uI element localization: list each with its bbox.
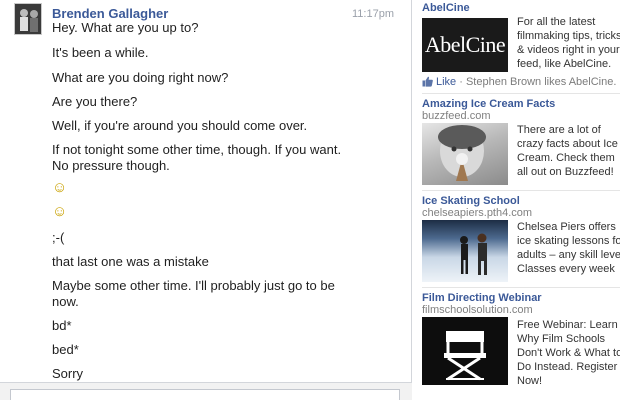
ad-domain-ice-skating[interactable]: chelseapiers.pth4.com [422, 207, 532, 219]
avatar-photo-icon [15, 4, 41, 34]
ad-domain-film-directing[interactable]: filmschoolsolution.com [422, 304, 533, 316]
chat-message: Well, if you're around you should come o… [52, 118, 308, 133]
ad-divider [422, 287, 620, 288]
chat-message: now. [52, 294, 79, 309]
smiley-emoji: ☺ [52, 203, 68, 220]
director-chair-icon [444, 331, 486, 381]
sender-avatar[interactable] [14, 3, 42, 35]
ad-divider [422, 190, 620, 191]
ice-skating-ad-image[interactable] [422, 220, 508, 282]
abelcine-logo-image[interactable]: AbelCine [422, 18, 508, 72]
sponsored-ads-column: AbelCine AbelCine For all the latest fil… [413, 0, 620, 400]
chat-message: If not tonight some other time, though. … [52, 142, 342, 157]
sender-name[interactable]: Brenden Gallagher [52, 6, 168, 21]
chat-message: It's been a while. [52, 45, 149, 60]
chat-message: ;-( [52, 230, 65, 245]
like-page-link[interactable]: Like [436, 76, 456, 88]
message-composer [0, 382, 412, 400]
chat-message: What are you doing right now? [52, 70, 229, 85]
ad-title-film-directing[interactable]: Film Directing Webinar [422, 292, 542, 304]
chat-message: Sorry [52, 366, 84, 381]
chat-message: Maybe some other time. I'll probably jus… [52, 278, 335, 293]
ad-like-row: Like · Stephen Brown likes AbelCine. [422, 76, 616, 90]
chat-message: Are you there? [52, 94, 138, 109]
ad-body-ice-cream: There are a lot of crazy facts about Ice… [517, 124, 618, 178]
film-directing-ad-image[interactable] [422, 317, 508, 385]
chat-message: bed* [52, 342, 79, 357]
chat-conversation: Brenden Gallagher 11:17pm Hey. What are … [0, 0, 412, 400]
reply-input[interactable] [10, 389, 400, 400]
smiley-emoji: ☺ [52, 179, 68, 196]
chat-message: bd* [52, 318, 72, 333]
ad-divider [422, 93, 620, 94]
skaters-photo-icon [460, 233, 487, 275]
ice-cream-ad-image[interactable] [422, 123, 508, 185]
ad-title-ice-skating[interactable]: Ice Skating School [422, 195, 520, 207]
ad-title-ice-cream[interactable]: Amazing Ice Cream Facts [422, 98, 555, 110]
ad-body-ice-skating: Chelsea Piers offers ice skating lessons… [517, 221, 620, 275]
chat-message: that last one was a mistake [52, 254, 209, 269]
chat-message: Hey. What are you up to? [52, 20, 199, 35]
message-timestamp: 11:17pm [352, 8, 394, 20]
ad-title-abelcine[interactable]: AbelCine [422, 2, 470, 14]
ad-domain-ice-cream[interactable]: buzzfeed.com [422, 110, 490, 122]
child-eating-ice-cream-photo-icon [438, 125, 486, 181]
thumbs-up-icon[interactable] [422, 76, 433, 90]
chat-message: No pressure though. [52, 158, 170, 173]
social-context-text: · Stephen Brown likes AbelCine. [456, 76, 617, 88]
ad-body-abelcine: For all the latest filmmaking tips, tric… [517, 16, 620, 70]
ad-body-film-directing: Free Webinar: Learn Why Film Schools Don… [517, 319, 620, 387]
